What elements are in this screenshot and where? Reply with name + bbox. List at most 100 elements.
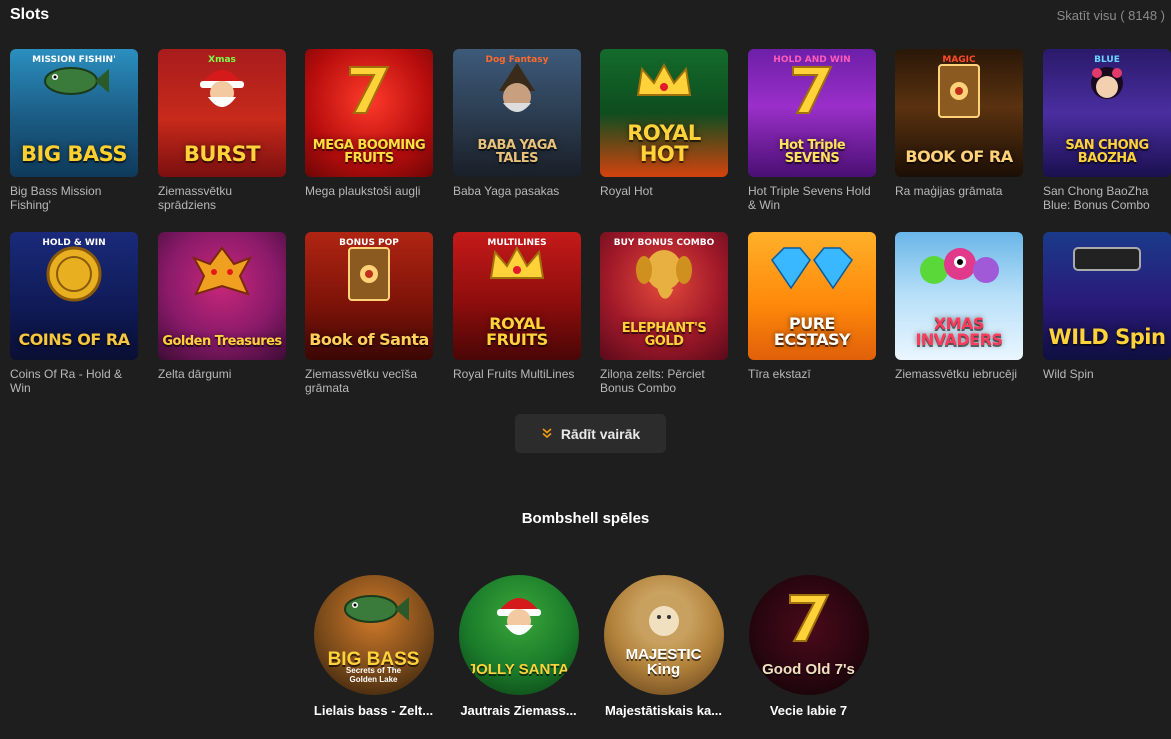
game-thumbnail[interactable]: BLUE SAN CHONG BAOZHA <box>1043 49 1171 177</box>
game-art-logo: WILD Spin <box>1048 325 1166 349</box>
game-name[interactable]: Big Bass Mission Fishing' <box>10 184 138 212</box>
fish-icon <box>10 61 138 106</box>
game-name[interactable]: Royal Fruits MultiLines <box>453 367 581 381</box>
game-card[interactable]: MISSION FISHIN' BIG BASS Big Bass Mission … <box>10 49 138 212</box>
game-card[interactable]: WILD Spin Wild Spin <box>1043 232 1171 381</box>
game-art-subtitle: Xmas <box>208 55 236 65</box>
game-art-logo: SAN CHONG BAOZHA <box>1065 138 1149 166</box>
game-thumbnail[interactable]: BUY BONUS COMBO ELEPHANT'S GOLD <box>600 232 728 360</box>
game-art-logo: BIG BASS <box>21 142 127 166</box>
seven-icon <box>748 61 876 122</box>
game-card[interactable]: MEGA BOOMING FRUITS Mega plaukstoši augļi <box>305 49 433 198</box>
game-name[interactable]: Royal Hot <box>600 184 728 198</box>
bombshell-art-logo: MAJESTIC King <box>625 646 702 678</box>
game-name[interactable]: Ziemassvētku iebrucēji <box>895 367 1023 381</box>
bar-icon <box>1043 244 1171 279</box>
game-art-subtitle: MULTILINES <box>487 238 547 248</box>
game-card[interactable]: HOLD AND WIN Hot Triple SEVENS Hot Triple … <box>748 49 876 212</box>
game-art-logo: COINS OF RA <box>18 330 130 349</box>
lion-icon <box>604 589 724 654</box>
crown-icon <box>600 61 728 106</box>
game-thumbnail[interactable]: HOLD AND WIN Hot Triple SEVENS <box>748 49 876 177</box>
bombshell-game-thumbnail[interactable]: Good Old 7's <box>748 575 869 695</box>
elephant-icon <box>600 244 728 309</box>
games-row: HOLD & WIN COINS OF RA Coins Of Ra - Hold … <box>10 232 1171 415</box>
game-thumbnail[interactable]: BONUS POP Book of Santa <box>305 232 433 360</box>
game-art-logo: BABA YAGA TALES <box>477 138 557 166</box>
game-art-subtitle: HOLD AND WIN <box>773 55 851 65</box>
game-art-logo: Golden Treasures <box>162 334 282 349</box>
game-art-subtitle: MISSION FISHIN' <box>32 55 116 65</box>
game-name[interactable]: Zelta dārgumi <box>158 367 286 381</box>
game-thumbnail[interactable]: Xmas BURST <box>158 49 286 177</box>
game-art-subtitle: BONUS POP <box>339 238 399 248</box>
game-card[interactable]: PURE ECSTASY Tīra ekstazī <box>748 232 876 381</box>
game-thumbnail[interactable]: MULTILINES ROYAL FRUITS <box>453 232 581 360</box>
bombshell-game-name[interactable]: Majestātiskais ka... <box>591 703 736 718</box>
game-name[interactable]: San Chong BaoZha Blue: Bonus Combo <box>1043 184 1171 212</box>
bombshell-art-logo: Good Old 7's <box>762 661 855 678</box>
bombshell-game-thumbnail[interactable]: BIG BASS Secrets of The Golden Lake <box>313 575 434 695</box>
show-more-label: Rādīt vairāk <box>560 425 641 442</box>
santa-icon <box>158 61 286 116</box>
game-card[interactable]: BLUE SAN CHONG BAOZHA San Chong BaoZha Blu… <box>1043 49 1171 212</box>
double-chevron-down-icon <box>541 427 553 441</box>
game-card[interactable]: XMAS INVADERS Ziemassvētku iebrucēji <box>895 232 1023 381</box>
game-card[interactable]: ROYAL HOT Royal Hot <box>600 49 728 198</box>
game-thumbnail[interactable]: ROYAL HOT <box>600 49 728 177</box>
game-thumbnail[interactable]: XMAS INVADERS <box>895 232 1023 360</box>
game-card[interactable]: BONUS POP Book of Santa Ziemassvētku vecīš… <box>305 232 433 395</box>
bombshell-game-card[interactable]: BIG BASS Secrets of The Golden Lake Lielai… <box>301 575 446 718</box>
game-name[interactable]: Wild Spin <box>1043 367 1171 381</box>
game-name[interactable]: Mega plaukstoši augļi <box>305 184 433 198</box>
bombshell-game-thumbnail[interactable]: JOLLY SANTA <box>458 575 579 695</box>
game-art-logo: ROYAL FRUITS <box>486 314 548 349</box>
game-art-subtitle: BUY BONUS COMBO <box>613 238 715 248</box>
game-thumbnail[interactable]: Dog Fantasy BABA YAGA TALES <box>453 49 581 177</box>
game-thumbnail[interactable]: PURE ECSTASY <box>748 232 876 360</box>
bombshell-game-card[interactable]: JOLLY SANTA Jautrais Ziemass... <box>446 575 591 718</box>
game-name[interactable]: Ra maģijas grāmata <box>895 184 1023 198</box>
game-art-logo: BOOK OF RA <box>905 147 1013 166</box>
section-header: Slots Skatīt visu ( 8148 ) <box>10 6 1165 26</box>
game-card[interactable]: Golden Treasures Zelta dārgumi <box>158 232 286 381</box>
game-name[interactable]: Hot Triple Sevens Hold & Win <box>748 184 876 212</box>
game-art-logo: Book of Santa <box>309 330 429 349</box>
bombshell-game-name[interactable]: Vecie labie 7 <box>736 703 881 718</box>
bombshell-game-card[interactable]: Good Old 7's Vecie labie 7 <box>736 575 881 718</box>
game-name[interactable]: Ziloņa zelts: Pērciet Bonus Combo <box>600 367 728 395</box>
bombshell-game-name[interactable]: Jautrais Ziemass... <box>446 703 591 718</box>
game-thumbnail[interactable]: WILD Spin <box>1043 232 1171 360</box>
game-thumbnail[interactable]: Golden Treasures <box>158 232 286 360</box>
game-art-subtitle: MAGIC <box>942 55 976 65</box>
game-card[interactable]: HOLD & WIN COINS OF RA Coins Of Ra - Hold … <box>10 232 138 395</box>
bombshell-game-card[interactable]: MAJESTIC King Majestātiskais ka... <box>591 575 736 718</box>
section-title: Slots <box>10 6 50 23</box>
book-icon <box>895 61 1023 126</box>
game-name[interactable]: Tīra ekstazī <box>748 367 876 381</box>
game-name[interactable]: Ziemassvētku sprādziens <box>158 184 286 212</box>
bombshell-art-logo: JOLLY SANTA <box>467 661 570 678</box>
game-name[interactable]: Baba Yaga pasakas <box>453 184 581 198</box>
game-thumbnail[interactable]: MAGIC BOOK OF RA <box>895 49 1023 177</box>
game-name[interactable]: Ziemassvētku vecīša grāmata <box>305 367 433 395</box>
game-card[interactable]: BUY BONUS COMBO ELEPHANT'S GOLD Ziloņa zel… <box>600 232 728 395</box>
game-thumbnail[interactable]: HOLD & WIN COINS OF RA <box>10 232 138 360</box>
game-card[interactable]: Dog Fantasy BABA YAGA TALES Baba Yaga pasa… <box>453 49 581 198</box>
book-icon <box>305 244 433 309</box>
bombshell-game-thumbnail[interactable]: MAJESTIC King <box>603 575 724 695</box>
show-more-button[interactable]: Rādīt vairāk <box>515 414 666 453</box>
game-art-subtitle: Dog Fantasy <box>485 55 549 65</box>
game-card[interactable]: MAGIC BOOK OF RA Ra maģijas grāmata <box>895 49 1023 198</box>
game-art-logo: BURST <box>183 142 261 166</box>
alien-icon <box>895 244 1023 295</box>
game-card[interactable]: Xmas BURST Ziemassvētku sprādziens <box>158 49 286 212</box>
bombshell-game-name[interactable]: Lielais bass - Zelt... <box>301 703 446 718</box>
game-card[interactable]: MULTILINES ROYAL FRUITS Royal Fruits Multi… <box>453 232 581 381</box>
game-name[interactable]: Coins Of Ra - Hold & Win <box>10 367 138 395</box>
see-all-link[interactable]: Skatīt visu ( 8148 ) <box>1057 8 1165 23</box>
game-thumbnail[interactable]: MEGA BOOMING FRUITS <box>305 49 433 177</box>
bombshell-title: Bombshell spēles <box>521 510 650 527</box>
game-thumbnail[interactable]: MISSION FISHIN' BIG BASS <box>10 49 138 177</box>
game-art-logo: MEGA BOOMING FRUITS <box>312 138 426 166</box>
